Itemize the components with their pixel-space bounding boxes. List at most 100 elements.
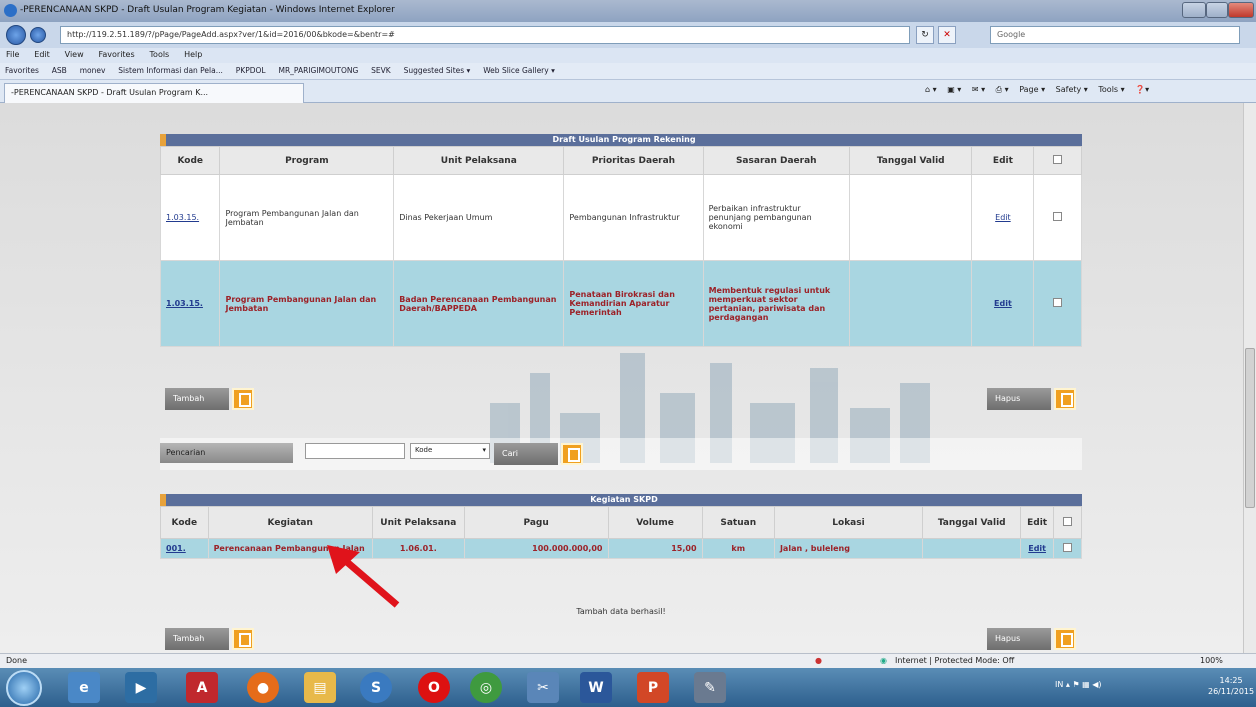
unit-cell: Dinas Pekerjaan Umum [393, 174, 565, 261]
menu-edit[interactable]: Edit [28, 48, 56, 61]
help-icon[interactable]: ❓▾ [1135, 85, 1149, 94]
menu-help[interactable]: Help [178, 48, 208, 61]
pencarian-select[interactable]: Kode ▾ [410, 443, 490, 459]
select-value: Kode [415, 446, 433, 454]
close-button[interactable] [1228, 2, 1254, 18]
popup-blocked-icon[interactable]: ● [815, 656, 822, 665]
cari-button[interactable]: Cari [494, 443, 558, 465]
powerpoint-taskbar-icon[interactable]: P [637, 672, 669, 703]
clock[interactable]: 14:25 26/11/2015 [1208, 675, 1254, 697]
zone-text: Internet | Protected Mode: Off [895, 656, 1015, 665]
fav-link[interactable]: monev [75, 63, 111, 78]
col-kegiatan: Kegiatan [207, 506, 373, 539]
kode-link[interactable]: 001. [166, 544, 186, 553]
status-bar: Done ● ◉ Internet | Protected Mode: Off … [0, 653, 1256, 668]
table-header-row: Kode Program Unit Pelaksana Prioritas Da… [159, 146, 1082, 175]
favorites-button[interactable]: Favorites [0, 63, 44, 78]
select-all-checkbox[interactable] [1053, 154, 1063, 164]
window-titlebar: -PERENCANAAN SKPD - Draft Usulan Program… [0, 0, 1256, 22]
program-cell: Program Pembangunan Jalan dan Jembatan [219, 174, 395, 261]
ie-taskbar-icon[interactable]: e [68, 672, 100, 703]
back-button[interactable] [6, 25, 26, 45]
edit-link[interactable]: Edit [995, 213, 1011, 222]
address-input[interactable]: http://119.2.51.189/?/pPage/PageAdd.aspx… [60, 26, 910, 44]
compat-icon[interactable]: ↻ [916, 26, 934, 44]
vertical-scrollbar[interactable] [1243, 103, 1256, 653]
fav-link[interactable]: Sistem Informasi dan Pela... [113, 63, 228, 78]
forward-button[interactable] [30, 27, 46, 43]
stop-icon[interactable]: ✕ [938, 26, 956, 44]
hapus-kegiatan-button[interactable]: Hapus [987, 628, 1051, 650]
menu-bar: File Edit View Favorites Tools Help [0, 48, 1256, 63]
status-text: Done [6, 656, 28, 665]
favorites-bar: Favorites ASB monev Sistem Informasi dan… [0, 63, 1256, 80]
browser-tab[interactable]: -PERENCANAAN SKPD - Draft Usulan Program… [4, 83, 304, 103]
chrome-taskbar-icon[interactable]: ◎ [470, 672, 502, 703]
row-checkbox[interactable] [1062, 543, 1072, 552]
tambah-kegiatan-button[interactable]: Tambah [165, 628, 229, 650]
opera-taskbar-icon[interactable]: O [418, 672, 450, 703]
menu-favorites[interactable]: Favorites [93, 48, 141, 61]
language-indicator[interactable]: IN [1055, 680, 1063, 689]
hapus-program-button[interactable]: Hapus [987, 388, 1051, 410]
add-icon[interactable] [232, 628, 254, 650]
zoom-level[interactable]: 100% [1200, 656, 1223, 665]
menu-tools[interactable]: Tools [144, 48, 176, 61]
maximize-button[interactable] [1206, 2, 1228, 18]
paint-taskbar-icon[interactable]: ✎ [694, 672, 726, 703]
delete-icon[interactable] [1054, 388, 1076, 410]
tray-icons[interactable]: ▴ ⚑ ▦ ◀) [1066, 680, 1102, 689]
add-icon[interactable] [232, 388, 254, 410]
chevron-down-icon: ▾ [482, 446, 486, 454]
satuan-cell: km [701, 538, 775, 559]
tambah-program-button[interactable]: Tambah [165, 388, 229, 410]
explorer-taskbar-icon[interactable]: ▤ [304, 672, 336, 703]
kode-link[interactable]: 1.03.15. [166, 299, 203, 308]
app-taskbar-icon[interactable]: S [360, 672, 392, 703]
col-unit-pelaksana: Unit Pelaksana [371, 506, 465, 539]
fav-link[interactable]: MR_PARIGIMOUTONG [273, 63, 363, 78]
firefox-taskbar-icon[interactable]: ● [247, 672, 279, 703]
fav-link[interactable]: ASB [47, 63, 72, 78]
start-button[interactable] [6, 670, 42, 706]
menu-file[interactable]: File [0, 48, 25, 61]
pencarian-input[interactable] [305, 443, 405, 459]
sasaran-cell: Membentuk regulasi untuk memperkuat sekt… [702, 260, 850, 347]
acrobat-taskbar-icon[interactable]: A [186, 672, 218, 703]
word-taskbar-icon[interactable]: W [580, 672, 612, 703]
row-checkbox[interactable] [1053, 212, 1063, 221]
tool-taskbar-icon[interactable]: ✂ [527, 672, 559, 703]
edit-link[interactable]: Edit [1028, 544, 1046, 553]
search-input[interactable]: Google [990, 26, 1240, 44]
select-all-checkbox[interactable] [1062, 516, 1072, 526]
scrollbar-thumb[interactable] [1245, 348, 1255, 508]
fav-link[interactable]: SEVK [366, 63, 396, 78]
delete-icon[interactable] [1054, 628, 1076, 650]
menu-view[interactable]: View [59, 48, 90, 61]
kode-link[interactable]: 1.03.15. [166, 213, 199, 222]
fav-link[interactable]: Web Slice Gallery ▾ [478, 63, 560, 78]
row-checkbox[interactable] [1053, 298, 1063, 307]
search-icon[interactable] [561, 443, 583, 465]
pencarian-label: Pencarian [160, 443, 293, 463]
col-program: Program [219, 146, 395, 175]
safety-menu[interactable]: Safety ▾ [1056, 85, 1088, 94]
page-menu[interactable]: Page ▾ [1019, 85, 1045, 94]
media-taskbar-icon[interactable]: ▶ [125, 672, 157, 703]
table-row: 1.03.15. Program Pembangunan Jalan dan J… [159, 174, 1082, 261]
minimize-button[interactable] [1182, 2, 1206, 18]
lokasi-cell: Jalan , buleleng [773, 538, 924, 559]
table-row-selected: 1.03.15. Program Pembangunan Jalan dan J… [159, 260, 1082, 347]
tools-menu[interactable]: Tools ▾ [1098, 85, 1124, 94]
fav-link[interactable]: Suggested Sites ▾ [399, 63, 476, 78]
feeds-icon[interactable]: ▣ ▾ [947, 85, 961, 94]
mail-icon[interactable]: ✉ ▾ [972, 85, 985, 94]
fav-link[interactable]: PKPDOL [231, 63, 271, 78]
home-icon[interactable]: ⌂ ▾ [925, 85, 937, 94]
print-icon[interactable]: ⎙ ▾ [996, 85, 1009, 94]
program-table: Kode Program Unit Pelaksana Prioritas Da… [159, 146, 1082, 347]
edit-link[interactable]: Edit [994, 299, 1012, 308]
col-select [1033, 146, 1082, 175]
col-kode: Kode [160, 506, 209, 539]
col-select [1052, 506, 1083, 539]
